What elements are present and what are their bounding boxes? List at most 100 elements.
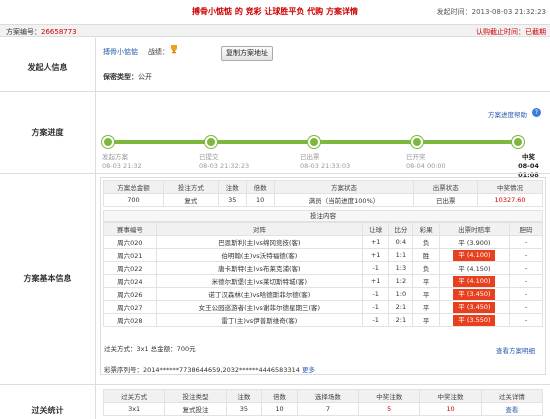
basic-section-label: 方案基本信息 [23, 274, 72, 283]
match-banker: - [509, 235, 543, 249]
more-serial-link[interactable]: 更多 [302, 366, 315, 374]
match-banker: - [509, 287, 543, 301]
scheme-number: 方案编号：26658773 [6, 27, 77, 37]
match-vs: 米德尔斯堡(主)vs莱切斯特城(客) [155, 274, 364, 288]
match-score: 1:1 [388, 248, 414, 262]
step-time: 08-04 00:00 [406, 162, 446, 170]
match-vs: 女王公园巡游者(主)vs谢菲尔德星期三(客) [155, 300, 364, 314]
summary-total: 700 [103, 193, 164, 207]
stat-win-b: 10 [419, 402, 482, 416]
divider [95, 38, 96, 419]
col-pass-detail: 过关详情 [480, 389, 544, 403]
summary-multiple: 10 [245, 193, 275, 207]
match-vs: 诺丁汉森林(主)vs哈德斯菲尔德(客) [155, 287, 364, 301]
help-icon: ? [532, 108, 541, 117]
col-match-id: 赛事编号 [103, 222, 157, 236]
col-result: 彩果 [412, 222, 440, 236]
record-label: 战绩： [148, 48, 169, 56]
deadline-value: 已截期 [525, 28, 546, 36]
title-text: 搏骨小惦惦 的 竞彩 让球胜平负 代购 方案详情 [192, 7, 358, 16]
summary-status: 满员（当前进度100%） [273, 193, 415, 207]
step-time: 08-03 21:33:03 [300, 162, 351, 170]
initiator-username[interactable]: 搏骨小惦惦 [103, 47, 138, 57]
match-id: 周六021 [103, 248, 157, 262]
match-score: 2:1 [388, 300, 414, 314]
table-row: 周六020 巴恩斯利(主)vs绵冈竞技(客) +1 0:4 负平 (3.900) - [103, 235, 543, 249]
step-time: 08-03 21:32:23 [199, 162, 250, 170]
match-handicap: -1 [361, 287, 390, 301]
summary-method: 复式 [162, 193, 219, 207]
pass-line: 过关方式：3x1 总金额：700元 [104, 345, 196, 353]
serial-label: 彩票序列号： [104, 366, 143, 374]
match-id: 周六024 [103, 274, 157, 288]
stat-multiple: 10 [261, 402, 298, 416]
subheader-bar [0, 24, 550, 37]
col-games: 选择场数 [296, 389, 360, 403]
col-win-count-b: 中奖注数 [419, 389, 482, 403]
summary-prize: 10327.60 [477, 193, 543, 207]
match-odds: 平 (3.450) [438, 300, 511, 314]
match-result: 平 [412, 287, 440, 301]
stat-games: 7 [296, 402, 360, 416]
deadline: 认购截止时间：已截期 [476, 27, 546, 37]
section-divider [0, 384, 550, 385]
progress-dot-3 [308, 136, 320, 148]
col-ticket: 出票状态 [413, 180, 479, 194]
table-row: 周六022 唐卡斯特(主)vs布莱克浦(客) -1 1:3 负平 (4.150) - [103, 261, 543, 275]
stat-pass-mode: 3x1 [102, 402, 166, 416]
match-handicap: -1 [361, 300, 390, 314]
matches-table: 赛事编号 对阵 让球 比分 彩果 出票时赔率 胆码 周六020 巴恩斯利(主)vs… [103, 222, 543, 327]
match-score: 1:3 [388, 261, 414, 275]
match-result: 平 [412, 313, 440, 327]
col-count: 注数 [217, 180, 247, 194]
col-count: 注数 [225, 389, 263, 403]
match-vs: 雷丁(主)vs伊普斯维奇(客) [155, 313, 364, 327]
scheme-no-label: 方案编号： [6, 28, 41, 36]
match-banker: - [509, 300, 543, 314]
match-odds: 平 (4.150) [438, 261, 511, 275]
match-id: 周六027 [103, 300, 157, 314]
trophy-icon [169, 44, 179, 54]
privacy-label: 保密类型： [103, 73, 138, 81]
winning-odds-badge: 平 (3.450) [453, 288, 496, 300]
privacy-type: 保密类型：公开 [103, 72, 152, 82]
match-banker: - [509, 313, 543, 327]
winning-odds-badge: 平 (4.100) [453, 249, 496, 261]
match-handicap: +1 [361, 274, 390, 288]
match-id: 周六020 [103, 235, 157, 249]
view-detail-link[interactable]: 查看方案明细 [496, 345, 535, 355]
bet-content-label: 投注内容 [103, 210, 543, 222]
col-multiple: 倍数 [261, 389, 298, 403]
summary-table: 方案总金额 投注方式 注数 倍数 方案状态 出票状态 中奖情况 700 复式 3… [103, 180, 543, 207]
progress-help-link[interactable]: 方案进度帮助 [488, 109, 527, 119]
col-vs: 对阵 [155, 222, 364, 236]
launch-time: 发起时间：2013-08-03 21:32:23 [437, 7, 546, 17]
col-total: 方案总金额 [103, 180, 164, 194]
match-odds: 平 (3.900) [438, 235, 511, 249]
launch-time-label: 发起时间： [436, 8, 472, 16]
progress-dot-1 [102, 136, 114, 148]
stat-view-link[interactable]: 查看 [480, 402, 544, 416]
stat-count: 35 [225, 402, 263, 416]
match-odds: 平 (3.550) [438, 313, 511, 327]
match-result: 负 [412, 261, 440, 275]
section-divider [0, 91, 550, 92]
scheme-no-value: 26658773 [41, 28, 77, 36]
copy-address-button[interactable]: 复制方案地址 [221, 46, 273, 61]
match-score: 0:4 [388, 235, 414, 249]
match-score: 1:2 [388, 274, 414, 288]
col-score: 比分 [388, 222, 414, 236]
match-banker: - [509, 274, 543, 288]
table-row: 周六024 米德尔斯堡(主)vs莱切斯特城(客) +1 1:2 平 平 (4.100) - [103, 274, 543, 288]
col-banker: 胆码 [509, 222, 543, 236]
col-handicap: 让球 [361, 222, 390, 236]
step-label: 中奖 [522, 153, 535, 161]
progress-dot-4 [411, 136, 423, 148]
winning-odds-badge: 平 (3.450) [453, 301, 496, 313]
section-divider [0, 173, 550, 174]
match-id: 周六028 [103, 313, 157, 327]
match-handicap: -1 [361, 261, 390, 275]
progress-step-5: 中奖 08-04 01:08 [507, 153, 550, 180]
progress-dot-2 [205, 136, 217, 148]
serial-line: 彩票序列号：2014******7738644659,2032******444… [104, 364, 315, 374]
